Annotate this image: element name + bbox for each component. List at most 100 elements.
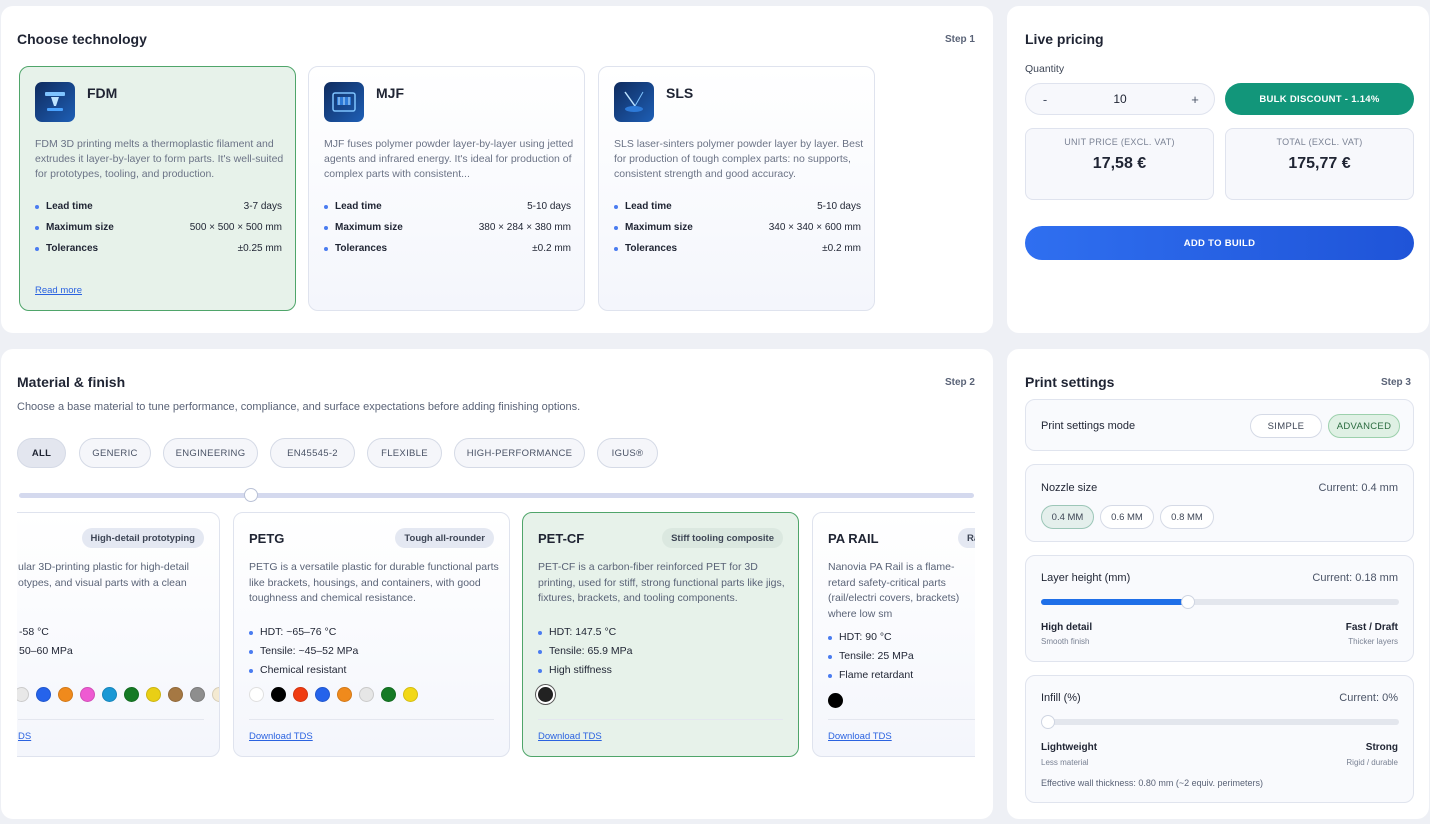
filter-chip-engineering[interactable]: ENGINEERING xyxy=(163,438,258,468)
filter-chip-flexible[interactable]: FLEXIBLE xyxy=(367,438,442,468)
quantity-label: Quantity xyxy=(1025,63,1065,75)
color-swatch[interactable] xyxy=(828,693,843,708)
unit-price-label: UNIT PRICE (EXCL. VAT) xyxy=(1064,137,1175,147)
spec-tolerances: Tolerances ±0.2 mm xyxy=(324,243,571,254)
material-description: PETG is a versatile plastic for durable … xyxy=(249,561,499,604)
infill-slider[interactable] xyxy=(1041,719,1399,725)
material-prop: HDT: ~65–76 °C xyxy=(249,626,336,638)
nozzle-0-6-button[interactable]: 0.6 MM xyxy=(1100,505,1154,529)
layer-height-knob[interactable] xyxy=(1180,595,1195,609)
filter-chip-igus[interactable]: IGUS® xyxy=(597,438,658,468)
color-swatch[interactable] xyxy=(538,687,553,702)
mode-advanced-button[interactable]: ADVANCED xyxy=(1328,414,1400,438)
color-swatch[interactable] xyxy=(58,687,73,702)
filter-chip-en45545[interactable]: EN45545-2 xyxy=(270,438,355,468)
add-to-build-button[interactable]: ADD TO BUILD xyxy=(1025,226,1414,260)
download-tds-link[interactable]: Download TDS xyxy=(538,731,602,742)
mode-label: Print settings mode xyxy=(1041,420,1136,432)
material-tag: Stiff tooling composite xyxy=(662,528,783,548)
material-card-petg[interactable]: PETG Tough all-rounder PETG is a versati… xyxy=(233,512,510,757)
color-swatch[interactable] xyxy=(293,687,308,702)
spec-tolerances: Tolerances ±0.2 mm xyxy=(614,243,861,254)
filter-chip-all[interactable]: ALL xyxy=(17,438,66,468)
card-divider xyxy=(828,719,975,720)
material-prop: -58 °C xyxy=(17,626,49,638)
fdm-printer-icon xyxy=(35,82,75,122)
color-swatches xyxy=(17,687,219,702)
step-3-label: Step 3 xyxy=(1380,377,1411,388)
color-swatch[interactable] xyxy=(381,687,396,702)
color-swatch[interactable] xyxy=(315,687,330,702)
color-swatch[interactable] xyxy=(124,687,139,702)
nozzle-label: Nozzle size xyxy=(1041,482,1098,494)
decrement-button[interactable]: - xyxy=(1038,92,1052,107)
layer-height-slider[interactable] xyxy=(1041,599,1399,605)
tech-description: MJF fuses polymer powder layer-by-layer … xyxy=(324,138,574,180)
mode-simple-button[interactable]: SIMPLE xyxy=(1250,414,1322,438)
quantity-value[interactable]: 10 xyxy=(1113,92,1126,106)
card-divider xyxy=(249,719,494,720)
infill-box: Infill (%) Current: 0% Lightweight Stron… xyxy=(1025,675,1414,803)
color-swatch[interactable] xyxy=(249,687,264,702)
color-swatch[interactable] xyxy=(168,687,183,702)
color-swatch[interactable] xyxy=(403,687,418,702)
color-swatch[interactable] xyxy=(146,687,161,702)
pricing-title: Live pricing xyxy=(1025,31,1104,47)
nozzle-0-8-button[interactable]: 0.8 MM xyxy=(1160,505,1214,529)
card-divider xyxy=(538,719,783,720)
color-swatch[interactable] xyxy=(102,687,117,702)
layer-max-sub: Thicker layers xyxy=(1348,637,1398,646)
material-title: Material & finish xyxy=(17,374,126,390)
material-tag: Ra xyxy=(958,528,975,548)
spec-lead-time: Lead time 3-7 days xyxy=(35,201,282,212)
color-swatch[interactable] xyxy=(190,687,205,702)
color-swatch[interactable] xyxy=(17,687,29,702)
material-description: Nanovia PA Rail is a flame-retard safety… xyxy=(828,561,960,620)
material-card-pa-rail[interactable]: PA RAIL Ra Nanovia PA Rail is a flame-re… xyxy=(812,512,975,757)
spec-lead-time: Lead time 5-10 days xyxy=(614,201,861,212)
nozzle-0-4-button[interactable]: 0.4 MM xyxy=(1041,505,1094,529)
infill-knob[interactable] xyxy=(1041,715,1055,729)
color-swatch[interactable] xyxy=(212,687,219,702)
material-prop: HDT: 147.5 °C xyxy=(538,626,616,638)
infill-label: Infill (%) xyxy=(1041,692,1081,704)
tech-card-sls[interactable]: SLS SLS laser-sinters polymer powder lay… xyxy=(598,66,875,311)
material-card-pet-cf[interactable]: PET-CF Stiff tooling composite PET-CF is… xyxy=(522,512,799,757)
technology-title: Choose technology xyxy=(17,31,147,47)
tech-card-mjf[interactable]: MJF MJF fuses polymer powder layer-by-la… xyxy=(308,66,585,311)
material-scroll-thumb[interactable] xyxy=(244,488,258,502)
infill-current: Current: 0% xyxy=(1339,692,1398,704)
material-prop: High stiffness xyxy=(538,664,612,676)
tech-card-fdm[interactable]: FDM FDM 3D printing melts a thermoplasti… xyxy=(19,66,296,311)
tech-name: SLS xyxy=(666,85,694,101)
download-tds-link[interactable]: Download TDS xyxy=(828,731,892,742)
mode-box: Print settings mode SIMPLE ADVANCED xyxy=(1025,399,1414,451)
material-prop: HDT: 90 °C xyxy=(828,631,892,643)
material-subtitle: Choose a base material to tune performan… xyxy=(17,401,581,413)
material-scroll-track[interactable] xyxy=(19,493,974,498)
color-swatch[interactable] xyxy=(337,687,352,702)
material-card-pla[interactable]: High-detail prototyping ular 3D-printing… xyxy=(17,512,220,757)
nozzle-current: Current: 0.4 mm xyxy=(1318,482,1398,494)
color-swatch[interactable] xyxy=(80,687,95,702)
material-prop: 50–60 MPa xyxy=(17,645,73,657)
step-1-label: Step 1 xyxy=(944,34,975,45)
color-swatch[interactable] xyxy=(271,687,286,702)
color-swatch[interactable] xyxy=(359,687,374,702)
total-price-box: TOTAL (EXCL. VAT) 175,77 € xyxy=(1225,128,1414,200)
filter-chip-high-performance[interactable]: HIGH-PERFORMANCE xyxy=(454,438,585,468)
layer-max-label: Fast / Draft xyxy=(1345,622,1398,633)
sls-laser-icon xyxy=(614,82,654,122)
read-more-link[interactable]: Read more xyxy=(35,285,82,296)
download-tds-link[interactable]: Download TDS xyxy=(249,731,313,742)
spec-lead-time: Lead time 5-10 days xyxy=(324,201,571,212)
tech-description: FDM 3D printing melts a thermoplastic fi… xyxy=(35,138,284,180)
material-name: PETG xyxy=(249,531,285,546)
spec-max-size: Maximum size 500 × 500 × 500 mm xyxy=(35,222,282,233)
download-tds-link[interactable]: DS xyxy=(18,731,31,742)
increment-button[interactable]: + xyxy=(1188,92,1202,107)
spec-max-size: Maximum size 380 × 284 × 380 mm xyxy=(324,222,571,233)
infill-min-sub: Less material xyxy=(1041,758,1089,767)
filter-chip-generic[interactable]: GENERIC xyxy=(79,438,151,468)
color-swatch[interactable] xyxy=(36,687,51,702)
